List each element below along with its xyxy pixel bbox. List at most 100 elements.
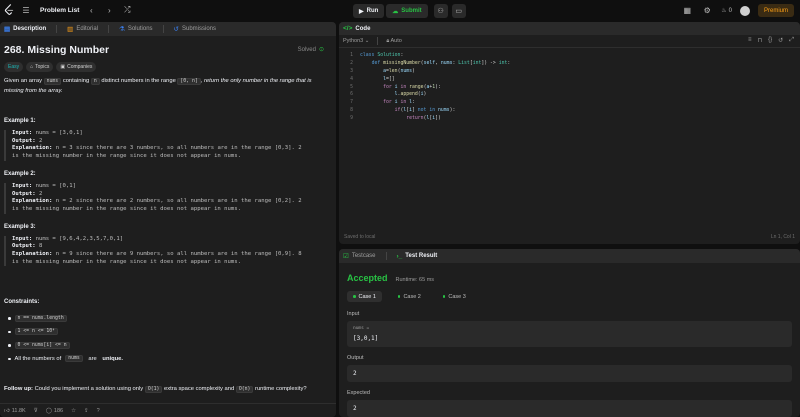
code-line: 6 l. append(i)	[350, 92, 427, 98]
code-line: 1 class Solution:	[350, 53, 404, 59]
checkbox-icon: ☑	[343, 253, 349, 260]
follow-up: Follow up: Could you implement a solutio…	[4, 385, 307, 393]
check-circle-icon: ⊙	[318, 47, 324, 53]
runtime-text: Runtime: 65 ms	[395, 277, 435, 283]
input-label: Input	[347, 311, 360, 317]
description-panel: ▤ Description ▥ Editorial ⚗ Solutions ↺ Subm…	[0, 22, 336, 417]
problem-statement: Given an array nums containing n distinc…	[4, 78, 312, 94]
topics-chip[interactable]: ⌂ Topics	[26, 62, 54, 72]
code-line: 8 if(l[i] not in nums):	[350, 107, 456, 113]
page-title: 268. Missing Number	[4, 44, 110, 56]
tab-editorial[interactable]: ▥ Editorial	[67, 25, 98, 33]
example-title: Example 2:	[4, 170, 36, 177]
tab-test-result[interactable]: ›_ Test Result	[397, 253, 438, 260]
example-title: Example 1:	[4, 118, 36, 124]
tab-solutions[interactable]: ⚗ Solutions	[119, 25, 153, 33]
description-tabs: ▤ Description ▥ Editorial ⚗ Solutions ↺ Subm…	[0, 22, 336, 36]
leetcode-logo[interactable]	[4, 4, 14, 16]
expected-value: 2	[353, 405, 357, 412]
status-dot	[353, 295, 356, 298]
list-icon[interactable]: ☰	[20, 4, 32, 16]
streak-counter[interactable]: ♨ 0	[721, 7, 732, 15]
favorite-button[interactable]: ☆	[71, 408, 76, 414]
help-button[interactable]: ?	[97, 408, 100, 414]
solved-badge: Solved ⊙	[297, 46, 324, 54]
reset-icon[interactable]: ↺	[778, 37, 783, 44]
tab-divider	[385, 252, 387, 260]
format-icon[interactable]: ≡	[748, 37, 752, 44]
input-box: nums = [3,0,1]	[347, 321, 792, 347]
auto-mode[interactable]: 🔒︎ Auto	[386, 38, 402, 45]
tab-code[interactable]: </> Code	[343, 25, 370, 32]
example-box: Input: nums = [9,6,4,2,3,5,7,0,1] Output…	[4, 235, 332, 267]
comments-button[interactable]: ◯ 186	[46, 408, 63, 414]
document-icon: ▤	[4, 26, 11, 33]
expected-label: Expected	[347, 390, 370, 396]
param-value: [3,0,1]	[353, 335, 379, 342]
problem-list-link[interactable]: Problem List	[40, 7, 79, 14]
result-status-row: Accepted Runtime: 65 ms	[339, 263, 800, 283]
like-button[interactable]: 👍︎ 11.8K	[4, 408, 26, 414]
chevron-left-icon[interactable]: ‹	[85, 4, 97, 16]
expand-icon[interactable]: ⤢	[789, 37, 794, 44]
code-editor[interactable]: 1 class Solution: 2 def missingNumber(sel…	[339, 48, 800, 230]
note-icon: ▭	[455, 8, 462, 15]
case-tab-1[interactable]: Case 1	[347, 291, 382, 302]
editor-actions: ≡ ⊓ {} ↺ ⤢	[748, 37, 794, 44]
debug-button[interactable]: ⚇	[433, 4, 448, 18]
constraints-title: Constraints:	[4, 299, 40, 306]
case-tabs: Case 1 Case 2 Case 3	[339, 283, 800, 302]
editor-status-bar: Saved to local Ln 1, Col 1	[344, 234, 795, 240]
bug-icon: ⚇	[437, 8, 444, 15]
braces-icon[interactable]: {}	[768, 37, 772, 44]
output-value: 2	[353, 370, 357, 377]
avatar[interactable]	[739, 5, 750, 16]
bookmark-icon[interactable]: ⊓	[757, 37, 762, 44]
premium-button[interactable]: Premium	[757, 4, 794, 17]
engagement-bar: 👍︎ 11.8K ⊽ ◯ 186 ☆ ⇪ ?	[0, 403, 336, 417]
submit-button[interactable]: ☁ Submit	[386, 4, 428, 18]
expected-box: 2	[347, 400, 792, 417]
tab-testcase[interactable]: ☑ Testcase	[343, 252, 376, 260]
share-button[interactable]: ⇪	[84, 408, 89, 414]
example-box: Input: nums = [0,1] Output: 2 Explanatio…	[4, 182, 332, 214]
output-label: Output	[347, 355, 364, 361]
code-icon: </>	[343, 25, 353, 32]
building-icon: ▣	[60, 64, 66, 70]
tab-divider	[162, 25, 164, 33]
tab-divider	[56, 25, 58, 33]
tag-chips: Easy ⌂ Topics ▣ Companies	[4, 62, 332, 72]
editor-toolbar: Python3 ⌄ 🔒︎ Auto ≡ ⊓ {} ↺ ⤢	[339, 35, 800, 48]
thumbs-up-icon: 👍︎	[4, 407, 10, 414]
thumbs-down-icon: ⊽	[33, 407, 38, 414]
language-select[interactable]: Python3 ⌄	[343, 38, 369, 44]
layout-icon[interactable]: ▦	[681, 5, 693, 17]
code-header: </> Code	[339, 22, 800, 35]
constraints-list: n == nums.length 1 <= n <= 10⁴ 0 <= nums…	[4, 313, 332, 364]
difficulty-chip[interactable]: Easy	[4, 62, 24, 72]
settings-icon[interactable]: ⚙	[701, 5, 713, 17]
toolbar-divider	[377, 37, 379, 45]
code-line: 7 for i in l:	[350, 100, 415, 106]
companies-chip[interactable]: ▣ Companies	[56, 62, 97, 72]
history-icon: ↺	[173, 26, 179, 33]
list-item: All the numbers of nums are unique.	[4, 354, 332, 364]
question-icon: ?	[96, 407, 100, 414]
case-tab-3[interactable]: Case 3	[437, 291, 472, 302]
example-box: Input: nums = [3,0,1] Output: 2 Explanat…	[4, 130, 332, 161]
tab-description[interactable]: ▤ Description	[4, 25, 46, 33]
example-title: Example 3:	[4, 223, 36, 230]
run-button[interactable]: ▶ Run	[353, 4, 385, 18]
tab-submissions[interactable]: ↺ Submissions	[174, 25, 216, 33]
result-panel: ☑ Testcase ›_ Test Result Accepted Runtime…	[339, 249, 800, 417]
dislike-button[interactable]: ⊽	[34, 408, 38, 414]
bullet-dot	[8, 344, 11, 347]
shuffle-icon[interactable]: ⤮	[121, 4, 133, 16]
chevron-right-icon[interactable]: ›	[103, 4, 115, 16]
case-tab-2[interactable]: Case 2	[392, 291, 427, 302]
tag-icon: ⌂	[30, 64, 34, 70]
note-button[interactable]: ▭	[451, 4, 466, 18]
code-panel: </> Code Python3 ⌄ 🔒︎ Auto ≡ ⊓ {} ↺ ⤢ 1 cl…	[339, 22, 800, 244]
result-tabs: ☑ Testcase ›_ Test Result	[339, 249, 800, 263]
share-icon: ⇪	[84, 407, 89, 414]
